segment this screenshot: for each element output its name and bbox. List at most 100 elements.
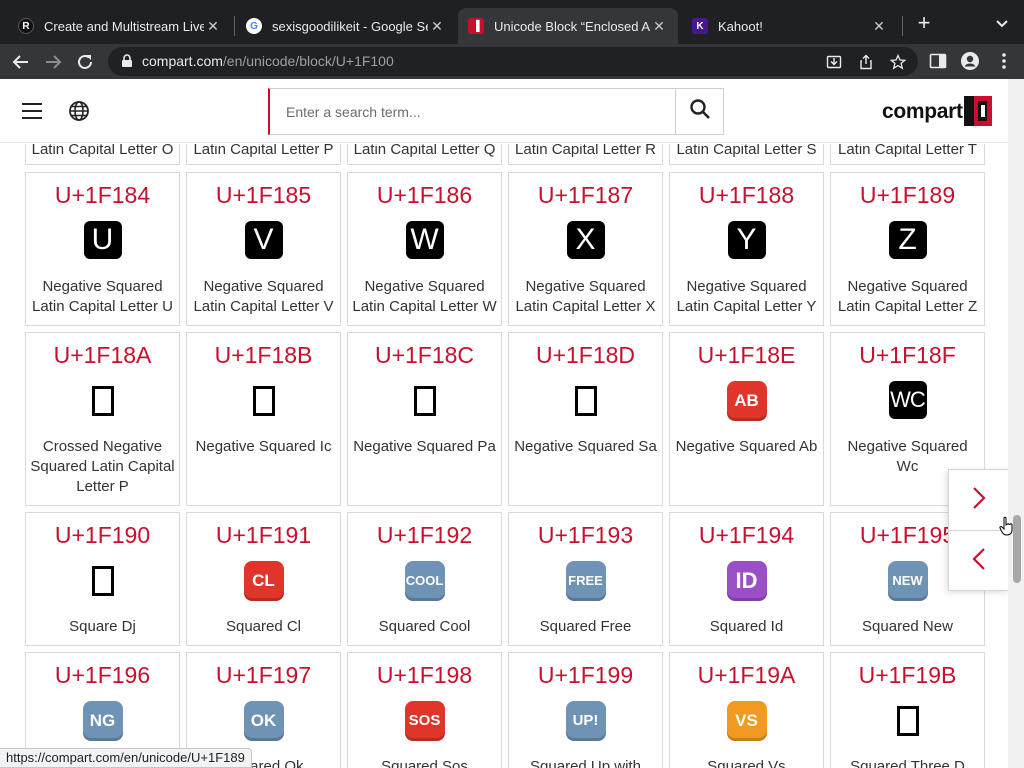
char-name: Negative Squared Latin Capital Letter V	[193, 278, 334, 315]
codepoint-label: U+1F194	[698, 522, 795, 548]
search-input[interactable]	[270, 89, 675, 134]
page-scrollbar-track[interactable]	[1008, 79, 1024, 768]
codepoint-label: U+1F18E	[697, 342, 796, 368]
more-menu-icon[interactable]	[994, 51, 1014, 71]
codepoint-label: U+1F190	[54, 522, 151, 548]
glyph-emoji: ID	[726, 561, 767, 601]
char-cell[interactable]: U+1F19B Squared Three D	[830, 652, 985, 768]
close-tab-icon[interactable]: ✕	[650, 18, 668, 35]
glyph: U	[83, 221, 122, 259]
char-cell[interactable]: Latin Capital Letter S	[669, 144, 824, 165]
char-name: Negative Squared Ab	[675, 438, 818, 455]
char-cell[interactable]: U+1F18C Negative Squared Pa	[347, 332, 502, 506]
search-button[interactable]	[675, 89, 723, 134]
missing-glyph-box	[413, 386, 436, 416]
char-cell[interactable]: U+1F198 SOS Squared Sos	[347, 652, 502, 768]
side-panel-icon[interactable]	[928, 51, 948, 71]
forward-arrow-icon[interactable]	[40, 49, 66, 75]
char-cell[interactable]: U+1F187 X Negative Squared Latin Capital L…	[508, 172, 663, 326]
browser-tab-compart[interactable]: ▐ Unicode Block “Enclosed Alp ✕	[458, 8, 678, 44]
codepoint-label: U+1F186	[376, 182, 473, 208]
char-cell[interactable]: Latin Capital Letter T	[830, 144, 985, 165]
char-name: Negative Squared Latin Capital Letter Z	[837, 278, 978, 315]
glyph-emoji: UP!	[565, 701, 606, 741]
char-cell[interactable]: U+1F189 Z Negative Squared Latin Capital L…	[830, 172, 985, 326]
char-cell[interactable]: Latin Capital Letter P	[186, 144, 341, 165]
char-cell[interactable]: U+1F18D Negative Squared Sa	[508, 332, 663, 506]
menu-hamburger-icon[interactable]	[22, 103, 42, 119]
glyph: X	[566, 221, 605, 259]
google-icon: G	[246, 18, 262, 34]
close-tab-icon[interactable]: ✕	[428, 18, 446, 35]
char-cell[interactable]: U+1F18B Negative Squared Ic	[186, 332, 341, 506]
previous-block-button[interactable]	[949, 531, 1009, 591]
char-cell[interactable]: U+1F185 V Negative Squared Latin Capital L…	[186, 172, 341, 326]
close-tab-icon[interactable]: ✕	[204, 18, 222, 35]
chevron-left-icon	[970, 546, 988, 577]
char-cell[interactable]: U+1F186 W Negative Squared Latin Capital L…	[347, 172, 502, 326]
char-cell[interactable]: U+1F18A Crossed Negative Squared Latin Ca…	[25, 332, 180, 506]
glyph: V	[244, 221, 283, 259]
glyph-emoji: NG	[82, 701, 123, 741]
share-icon[interactable]	[858, 54, 874, 70]
install-app-icon[interactable]	[826, 54, 842, 70]
browser-tab-restream[interactable]: R Create and Multistream Live ✕	[8, 8, 232, 44]
missing-glyph-box	[91, 386, 114, 416]
char-cell[interactable]: U+1F193 FREE Squared Free	[508, 512, 663, 646]
back-arrow-icon[interactable]	[8, 49, 34, 75]
char-cell[interactable]: Latin Capital Letter R	[508, 144, 663, 165]
char-name: Squared New	[862, 618, 953, 635]
bookmark-star-icon[interactable]	[889, 53, 907, 70]
codepoint-label: U+1F196	[54, 662, 151, 688]
char-cell[interactable]: U+1F18E AB Negative Squared Ab	[669, 332, 824, 506]
char-cell[interactable]: U+1F191 CL Squared Cl	[186, 512, 341, 646]
codepoint-label: U+1F19B	[858, 662, 957, 688]
glyph-emoji: COOL	[404, 561, 445, 601]
codepoint-label: U+1F19A	[697, 662, 796, 688]
glyph-preview: ID	[670, 561, 823, 603]
compart-logo-icon	[964, 96, 992, 126]
tab-search-chevron-icon[interactable]	[990, 14, 1014, 34]
codepoint-label: U+1F192	[376, 522, 473, 548]
char-name: Negative Squared Latin Capital Letter Y	[676, 278, 817, 315]
char-name: Negative Squared Sa	[514, 438, 657, 455]
glyph-preview: NG	[26, 701, 179, 743]
glyph-preview: V	[187, 221, 340, 263]
codepoint-label: U+1F188	[698, 182, 795, 208]
char-name: Negative Squared Latin Capital Letter U	[32, 278, 173, 315]
char-cell[interactable]: U+1F192 COOL Squared Cool	[347, 512, 502, 646]
char-cell[interactable]: U+1F190 Square Dj	[25, 512, 180, 646]
char-name: Square Dj	[69, 618, 136, 635]
char-cell[interactable]: U+1F199 UP! Squared Up with	[508, 652, 663, 768]
lock-icon[interactable]	[120, 54, 134, 68]
char-cell[interactable]: U+1F184 U Negative Squared Latin Capital L…	[25, 172, 180, 326]
globe-language-icon[interactable]	[68, 100, 90, 122]
missing-glyph-box	[91, 566, 114, 596]
glyph-preview: VS	[670, 701, 823, 743]
char-cell[interactable]: U+1F19A VS Squared Vs	[669, 652, 824, 768]
char-name: Latin Capital Letter R	[515, 144, 656, 158]
address-bar[interactable]: compart.com/en/unicode/block/U+1F100	[108, 47, 918, 76]
compart-logo[interactable]: compart	[882, 96, 994, 128]
profile-avatar-icon[interactable]	[960, 51, 980, 71]
browser-toolbar: compart.com/en/unicode/block/U+1F100	[0, 44, 1024, 79]
char-cell[interactable]: Latin Capital Letter Q	[347, 144, 502, 165]
browser-tab-google[interactable]: G sexisgoodilikeit - Google Se ✕	[236, 8, 456, 44]
char-cell[interactable]: U+1F188 Y Negative Squared Latin Capital L…	[669, 172, 824, 326]
restream-icon: R	[18, 18, 34, 34]
char-cell[interactable]: Latin Capital Letter O	[25, 144, 180, 165]
char-name: Squared Up with	[530, 758, 641, 768]
glyph-preview: OK	[187, 701, 340, 743]
glyph-emoji: AB	[726, 381, 767, 421]
close-tab-icon[interactable]: ✕	[870, 18, 888, 35]
char-name: Squared Vs	[707, 758, 786, 768]
glyph-emoji: OK	[243, 701, 284, 741]
codepoint-label: U+1F198	[376, 662, 473, 688]
glyph-emoji: NEW	[887, 561, 928, 601]
new-tab-plus-icon[interactable]: +	[912, 12, 936, 36]
glyph: Z	[888, 221, 927, 259]
browser-tab-kahoot[interactable]: K Kahoot! ✕	[682, 8, 898, 44]
char-cell[interactable]: U+1F194 ID Squared Id	[669, 512, 824, 646]
reload-icon[interactable]	[72, 49, 98, 75]
char-name: Squared Cl	[225, 618, 302, 635]
